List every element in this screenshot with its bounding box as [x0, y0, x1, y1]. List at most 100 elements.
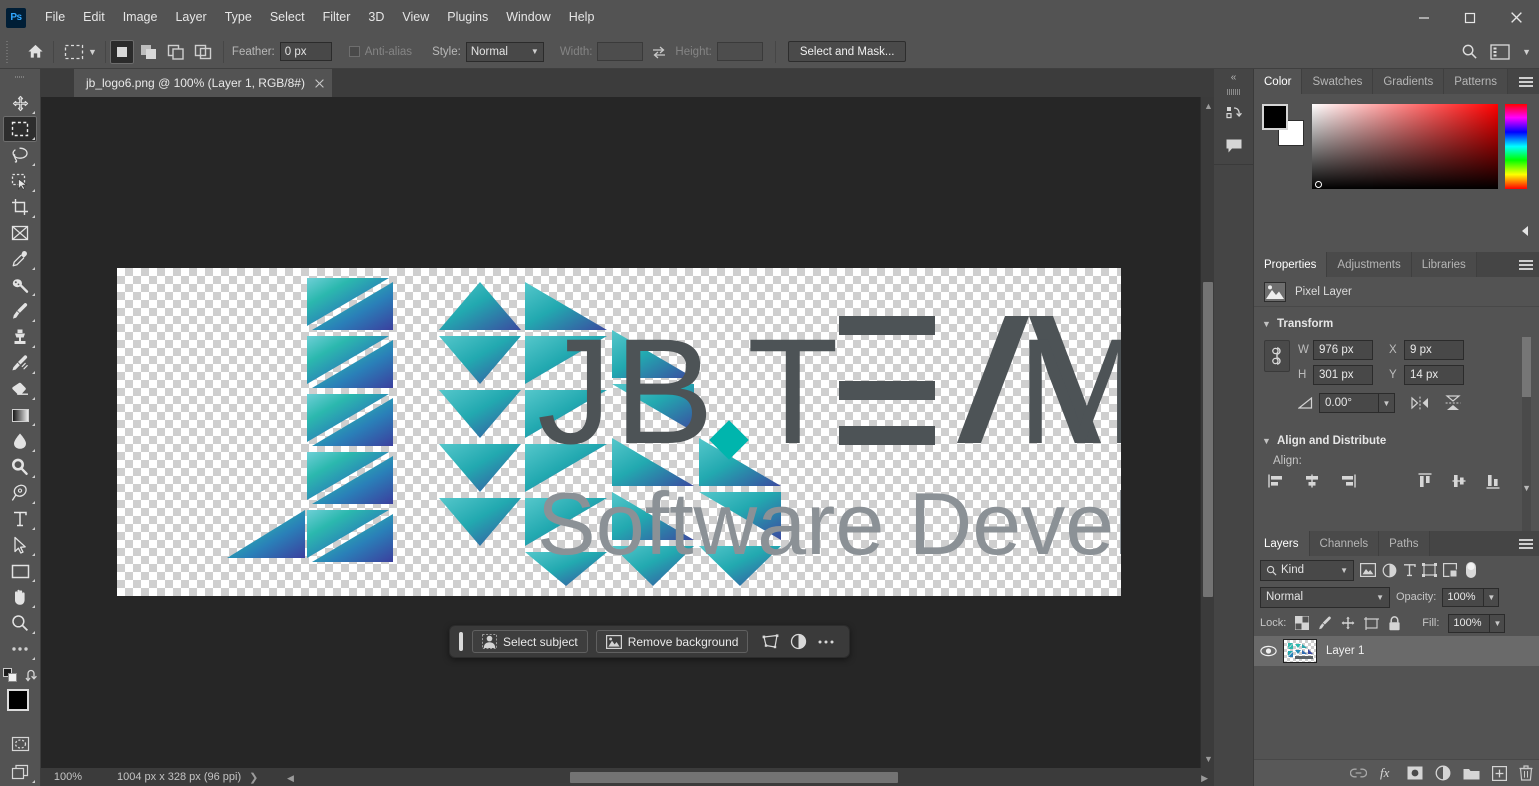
- lock-image-pixels-icon[interactable]: [1318, 616, 1332, 630]
- dodge-tool[interactable]: [3, 454, 37, 480]
- quick-mask-mode-button[interactable]: [3, 731, 37, 757]
- table-row[interactable]: Layer 1: [1254, 636, 1539, 666]
- chevron-right-icon[interactable]: ❯: [249, 771, 258, 784]
- lock-all-icon[interactable]: [1388, 615, 1401, 631]
- align-bottom-edges-icon[interactable]: [1486, 473, 1500, 489]
- tab-layers[interactable]: Layers: [1254, 531, 1310, 556]
- gradient-tool[interactable]: [3, 402, 37, 428]
- object-selection-tool[interactable]: [3, 168, 37, 194]
- panel-menu-icon[interactable]: [1519, 69, 1533, 94]
- frame-tool[interactable]: [3, 220, 37, 246]
- workspace-switcher-icon[interactable]: [1490, 43, 1510, 60]
- chevron-down-icon[interactable]: ▼: [1379, 393, 1395, 413]
- crop-tool[interactable]: [3, 194, 37, 220]
- y-input[interactable]: 14 px: [1404, 365, 1464, 385]
- hue-slider[interactable]: [1498, 104, 1528, 236]
- menu-item-plugins[interactable]: Plugins: [438, 0, 497, 35]
- type-tool[interactable]: [3, 506, 37, 532]
- filter-toggle[interactable]: [1465, 561, 1477, 579]
- canvas-area[interactable]: JB T M Software Developer: [41, 97, 1214, 768]
- rectangular-marquee-tool[interactable]: [3, 116, 37, 142]
- toolbar-grip[interactable]: [15, 73, 25, 87]
- add-to-selection-button[interactable]: [137, 40, 161, 64]
- feather-input[interactable]: 0 px: [279, 42, 332, 61]
- close-button[interactable]: [1493, 0, 1539, 35]
- align-vertical-centers-icon[interactable]: [1452, 473, 1466, 489]
- zoom-level[interactable]: 100%: [41, 771, 95, 783]
- filter-shape-icon[interactable]: [1422, 563, 1437, 577]
- lasso-tool[interactable]: [3, 142, 37, 168]
- vertical-scroll-thumb[interactable]: [1203, 282, 1213, 597]
- select-subject-button[interactable]: Select subject: [472, 630, 588, 653]
- width-input[interactable]: 976 px: [1313, 340, 1373, 360]
- subtract-from-selection-button[interactable]: [164, 40, 188, 64]
- default-colors-icon[interactable]: [2, 668, 18, 683]
- link-width-height-icon[interactable]: [1264, 340, 1290, 372]
- new-selection-button[interactable]: [109, 39, 134, 64]
- tab-adjustments[interactable]: Adjustments: [1327, 252, 1412, 277]
- new-adjustment-layer-icon[interactable]: [1435, 765, 1451, 781]
- maximize-button[interactable]: [1447, 0, 1493, 35]
- chevron-down-icon[interactable]: ▼: [1484, 587, 1500, 607]
- history-brush-tool[interactable]: [3, 350, 37, 376]
- screen-mode-button[interactable]: [3, 759, 37, 785]
- lock-transparent-pixels-icon[interactable]: [1295, 616, 1310, 630]
- width-input[interactable]: [597, 42, 644, 61]
- menu-item-edit[interactable]: Edit: [74, 0, 114, 35]
- minimize-button[interactable]: [1401, 0, 1447, 35]
- document-tab[interactable]: jb_logo6.png @ 100% (Layer 1, RGB/8#): [74, 69, 332, 97]
- select-and-mask-button[interactable]: Select and Mask...: [787, 41, 907, 62]
- style-select[interactable]: Normal ▼: [465, 41, 544, 62]
- edit-toolbar-tool[interactable]: [3, 636, 37, 662]
- swap-width-height-icon[interactable]: [647, 40, 671, 64]
- filter-kind-select[interactable]: Kind ▼: [1260, 559, 1354, 581]
- height-input[interactable]: 301 px: [1313, 365, 1373, 385]
- eye-icon[interactable]: [1260, 645, 1277, 657]
- panel-menu-icon[interactable]: [1519, 531, 1533, 556]
- chevron-down-icon[interactable]: ▼: [1204, 754, 1213, 764]
- tab-properties[interactable]: Properties: [1254, 252, 1328, 277]
- menu-item-view[interactable]: View: [393, 0, 438, 35]
- properties-scrollbar[interactable]: [1522, 337, 1531, 547]
- height-input[interactable]: [716, 42, 763, 61]
- tab-color[interactable]: Color: [1254, 69, 1303, 94]
- adjustment-layer-icon[interactable]: [784, 630, 812, 654]
- layer-style-fx-icon[interactable]: fx: [1379, 765, 1395, 781]
- x-input[interactable]: 9 px: [1404, 340, 1464, 360]
- menu-item-select[interactable]: Select: [261, 0, 314, 35]
- eyedropper-tool[interactable]: [3, 246, 37, 272]
- blur-tool[interactable]: [3, 428, 37, 454]
- eraser-tool[interactable]: [3, 376, 37, 402]
- more-options-icon[interactable]: [812, 630, 840, 654]
- search-icon[interactable]: [1461, 43, 1478, 60]
- menu-item-layer[interactable]: Layer: [166, 0, 215, 35]
- tab-patterns[interactable]: Patterns: [1444, 69, 1509, 94]
- tab-gradients[interactable]: Gradients: [1373, 69, 1445, 94]
- tab-swatches[interactable]: Swatches: [1302, 69, 1374, 94]
- brush-tool[interactable]: [3, 298, 37, 324]
- menu-item-filter[interactable]: Filter: [314, 0, 360, 35]
- filter-smart-object-icon[interactable]: [1443, 563, 1457, 577]
- collapse-panels-icon[interactable]: «: [1214, 69, 1253, 85]
- delete-layer-icon[interactable]: [1519, 765, 1533, 781]
- flip-horizontal-icon[interactable]: [1411, 396, 1429, 410]
- opacity-input[interactable]: 100%: [1442, 587, 1485, 607]
- new-layer-icon[interactable]: [1492, 765, 1507, 781]
- clone-stamp-tool[interactable]: [3, 324, 37, 350]
- transform-section-header[interactable]: ▼ Transform: [1254, 312, 1539, 336]
- blend-mode-select[interactable]: Normal ▼: [1260, 586, 1390, 608]
- align-right-edges-icon[interactable]: [1340, 474, 1356, 488]
- panel-menu-icon[interactable]: [1519, 252, 1533, 277]
- new-group-icon[interactable]: [1463, 767, 1480, 780]
- fill-input[interactable]: 100%: [1448, 613, 1491, 633]
- menu-item-type[interactable]: Type: [216, 0, 261, 35]
- tab-channels[interactable]: Channels: [1309, 531, 1380, 556]
- history-icon[interactable]: [1218, 99, 1250, 129]
- intersect-with-selection-button[interactable]: [191, 40, 215, 64]
- add-layer-mask-icon[interactable]: [1407, 766, 1423, 780]
- filter-pixel-icon[interactable]: [1360, 563, 1376, 577]
- tool-preset-picker[interactable]: [62, 40, 86, 64]
- angle-input[interactable]: 0.00°: [1319, 393, 1379, 413]
- move-tool[interactable]: [3, 90, 37, 116]
- swap-colors-icon[interactable]: [24, 669, 38, 682]
